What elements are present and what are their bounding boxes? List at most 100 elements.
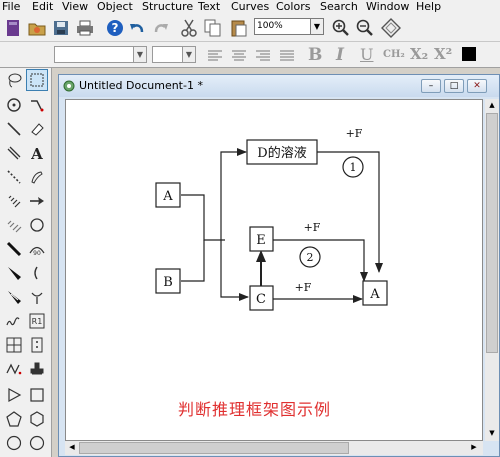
arc-tool[interactable]: 90	[26, 238, 48, 260]
close-button[interactable]: ✕	[467, 79, 487, 93]
copy-button[interactable]	[202, 17, 224, 39]
diamond-icon	[381, 18, 401, 38]
size-select[interactable]: ▼	[152, 46, 196, 63]
triangle-tool[interactable]	[3, 384, 25, 406]
scroll-left-icon[interactable]: ◀	[67, 443, 77, 453]
menu-edit[interactable]: Edit	[32, 0, 53, 14]
formula-button[interactable]: CH₂	[383, 49, 405, 60]
chevron-down-icon: ▼	[133, 47, 146, 62]
align-center-icon	[232, 50, 246, 61]
subscript-button[interactable]: X₂	[410, 45, 428, 63]
bracket-tool[interactable]	[26, 262, 48, 284]
eraser-icon	[31, 123, 44, 136]
svg-text:?: ?	[112, 21, 119, 35]
box-a-left-label: A	[162, 189, 173, 204]
open-button[interactable]	[26, 17, 48, 39]
align-left-button[interactable]	[204, 45, 226, 67]
color-swatch[interactable]	[462, 47, 476, 61]
bold-button[interactable]: B	[308, 45, 322, 65]
main-toolbar: ? 100% ▼	[0, 14, 500, 42]
cut-button[interactable]	[178, 17, 200, 39]
stamp-tool[interactable]	[26, 358, 48, 380]
menu-structure[interactable]: Structure	[142, 0, 193, 14]
wedge-bond-tool[interactable]	[3, 262, 25, 284]
zoom-select[interactable]: 100% ▼	[254, 18, 324, 35]
menu-curves[interactable]: Curves	[231, 0, 269, 14]
lasso-icon	[8, 73, 22, 88]
dashed-bond-tool[interactable]	[3, 166, 25, 188]
text-tool[interactable]: A	[26, 142, 48, 164]
triangle-icon	[8, 387, 22, 403]
underline-button[interactable]: U	[360, 45, 373, 64]
clean-structure-button[interactable]	[380, 17, 402, 39]
scroll-right-icon[interactable]: ▶	[469, 443, 479, 453]
paste-icon	[231, 20, 247, 37]
justify-button[interactable]	[276, 45, 298, 67]
octagon-tool[interactable]	[26, 432, 48, 454]
bold-bond-tool[interactable]	[3, 238, 25, 260]
symbol-tool[interactable]	[26, 286, 48, 308]
eraser-tool[interactable]	[26, 118, 48, 140]
print-button[interactable]	[74, 17, 96, 39]
tlc-plate-tool[interactable]	[26, 334, 48, 356]
paste-button[interactable]	[228, 17, 250, 39]
lasso-tool[interactable]	[3, 69, 25, 91]
superscript-button[interactable]: X²	[434, 45, 452, 63]
diagram-caption: 判断推理框架图示例	[178, 400, 332, 419]
maximize-button[interactable]: □	[444, 79, 464, 93]
zoom-in-button[interactable]	[330, 17, 352, 39]
menu-view[interactable]: View	[62, 0, 88, 14]
document-titlebar[interactable]: Untitled Document-1 * – □ ✕	[59, 75, 499, 97]
redo-button[interactable]	[150, 17, 172, 39]
align-center-button[interactable]	[228, 45, 250, 67]
wavy-bond-tool[interactable]	[3, 214, 25, 236]
zoom-out-button[interactable]	[354, 17, 376, 39]
undo-button[interactable]	[126, 17, 148, 39]
align-right-button[interactable]	[252, 45, 274, 67]
connector-b	[181, 240, 205, 282]
menu-search[interactable]: Search	[320, 0, 358, 14]
r-group-tool[interactable]: R1	[26, 310, 48, 332]
vertical-scrollbar[interactable]: ▲ ▼	[485, 99, 499, 441]
marquee-tool[interactable]	[26, 69, 48, 91]
pentagon-tool[interactable]	[3, 408, 25, 430]
menu-object[interactable]: Object	[97, 0, 133, 14]
chevron-down-icon: ▼	[182, 47, 195, 62]
font-select[interactable]: ▼	[54, 46, 147, 63]
heptagon-tool[interactable]	[3, 432, 25, 454]
save-button[interactable]	[50, 17, 72, 39]
table-tool[interactable]	[3, 334, 25, 356]
arrow-tool[interactable]	[26, 190, 48, 212]
hexagon-tool[interactable]	[26, 408, 48, 430]
hexagon-icon	[30, 411, 44, 427]
horizontal-scroll-thumb[interactable]	[79, 442, 349, 454]
menu-window[interactable]: Window	[366, 0, 409, 14]
chain-tool[interactable]	[3, 358, 25, 380]
vertical-scroll-thumb[interactable]	[486, 113, 498, 353]
drawing-canvas[interactable]: A B D的溶液 E C A +F +F +F 1 2 判断推理框架图示例	[65, 99, 483, 441]
menu-bar: File Edit View Object Structure Text Cur…	[0, 0, 500, 14]
new-document-button[interactable]	[2, 17, 24, 39]
document-window: Untitled Document-1 * – □ ✕ A B D的溶液 E C…	[58, 74, 500, 457]
help-button[interactable]: ?	[104, 17, 126, 39]
horizontal-scrollbar[interactable]: ◀ ▶	[65, 441, 483, 455]
rotate-tool[interactable]	[3, 94, 25, 116]
scroll-up-icon[interactable]: ▲	[487, 101, 497, 111]
menu-file[interactable]: File	[2, 0, 20, 14]
menu-text[interactable]: Text	[198, 0, 220, 14]
hashed-bond-tool[interactable]	[3, 190, 25, 212]
bond-chain-tool[interactable]	[26, 94, 48, 116]
minimize-button[interactable]: –	[421, 79, 441, 93]
circle-1-label: 1	[350, 161, 357, 174]
italic-button[interactable]: I	[336, 45, 344, 65]
hollow-wedge-tool[interactable]	[3, 286, 25, 308]
menu-colors[interactable]: Colors	[276, 0, 310, 14]
menu-help[interactable]: Help	[416, 0, 441, 14]
wavy-line-tool[interactable]	[3, 310, 25, 332]
double-bond-tool[interactable]	[3, 142, 25, 164]
orbital-tool[interactable]	[26, 214, 48, 236]
pen-tool[interactable]	[26, 166, 48, 188]
square-tool[interactable]	[26, 384, 48, 406]
single-bond-tool[interactable]	[3, 118, 25, 140]
scroll-down-icon[interactable]: ▼	[487, 429, 497, 439]
